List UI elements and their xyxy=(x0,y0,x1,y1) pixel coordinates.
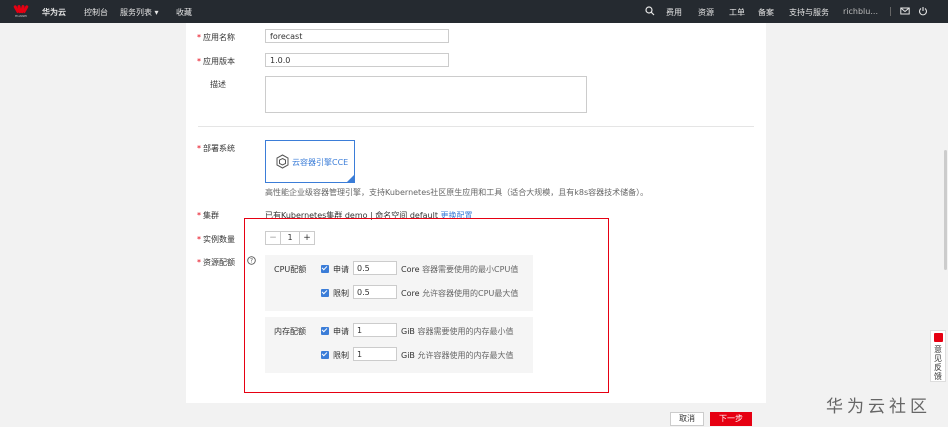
cce-option-label: 云容器引擎CCE xyxy=(292,158,349,167)
cluster-label: * 集群 xyxy=(197,211,219,220)
ticket-link[interactable]: 工单 xyxy=(729,7,745,18)
huawei-logo-mark xyxy=(13,4,29,14)
search-icon[interactable] xyxy=(645,6,655,16)
app-name-label: * 应用名称 xyxy=(197,33,235,42)
message-icon[interactable] xyxy=(900,6,910,16)
description-textarea[interactable] xyxy=(265,76,587,113)
resources-link[interactable]: 资源 xyxy=(698,7,714,18)
user-account[interactable]: richblu... xyxy=(843,7,878,16)
container-engine-icon xyxy=(276,154,289,169)
brand-name[interactable]: 华为云 xyxy=(42,7,66,18)
feedback-icon xyxy=(934,333,943,342)
service-list-label: 服务列表 xyxy=(120,8,152,17)
app-version-input[interactable]: 1.0.0 xyxy=(265,53,449,67)
app-name-input[interactable]: forecast xyxy=(265,29,449,43)
support-link[interactable]: 支持与服务 xyxy=(789,7,829,18)
favorites-link[interactable]: 收藏 xyxy=(176,7,192,18)
cancel-button[interactable]: 取消 xyxy=(670,412,704,426)
top-navigation-bar: HUAWEI 华为云 控制台 服务列表 ▾ 收藏 费用 资源 工单 备案 支持与… xyxy=(0,0,948,23)
community-watermark: 华为云社区 xyxy=(826,397,931,417)
instances-label: * 实例数量 xyxy=(197,235,235,244)
section-divider xyxy=(198,126,754,127)
topbar-divider xyxy=(890,7,891,16)
huawei-logo[interactable]: HUAWEI xyxy=(12,4,30,18)
service-list-menu[interactable]: 服务列表 ▾ xyxy=(120,7,159,18)
page-scrollbar[interactable] xyxy=(944,150,947,270)
console-link[interactable]: 控制台 xyxy=(84,7,108,18)
fees-link[interactable]: 费用 xyxy=(666,7,682,18)
next-step-button[interactable]: 下一步 xyxy=(710,412,752,426)
power-icon[interactable] xyxy=(918,6,928,16)
resource-quota-label: * 资源配额 xyxy=(197,258,235,267)
app-version-label: * 应用版本 xyxy=(197,57,235,66)
cce-deploy-option[interactable]: 云容器引擎CCE xyxy=(265,140,355,183)
feedback-tab[interactable]: 意见反馈 xyxy=(930,330,946,382)
deploy-system-label: * 部署系统 xyxy=(197,144,235,153)
logo-subtext: HUAWEI xyxy=(14,14,28,18)
annotation-highlight-box xyxy=(244,218,609,393)
selected-corner-mark xyxy=(346,174,355,183)
chevron-down-icon: ▾ xyxy=(154,8,159,17)
feedback-label: 意见反馈 xyxy=(934,345,942,381)
description-label: 描述 xyxy=(210,80,226,89)
record-link[interactable]: 备案 xyxy=(758,7,774,18)
deploy-system-description: 高性能企业级容器管理引擎，支持Kubernetes社区原生应用和工具（适合大规模… xyxy=(265,188,649,197)
